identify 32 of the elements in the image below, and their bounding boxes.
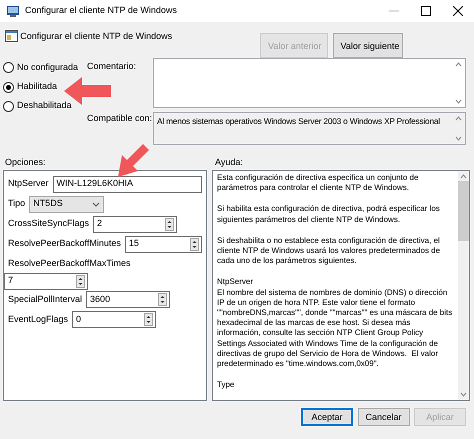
number-field[interactable]: 15: [124, 236, 202, 252]
compatible-label: Compatible con:: [87, 113, 152, 123]
help-label: Ayuda:: [215, 156, 243, 169]
field-label: ResolvePeerBackoffMinutes: [8, 237, 121, 250]
field-label: Tipo: [8, 197, 26, 210]
help-paragraph: NtpServer El nombre del sistema de nombres de dominio (DNS) o dirección IP de un origen de hora NTP. Este valor tiene el formato ""nombreDNS,marcas"", donde ""marcas"" es una máscara de bits hexadecimal de las marcas de ese host. Si desea más información, consulte las sección NTP Client Group Policy Settings Associated with Windows Time de la configuración de directivas de grupo del Servicio de Hora de Windows. El valor predeterminado es "time.windows.com,0x09".: [217, 277, 454, 370]
dialog-button[interactable]: Cancelar: [358, 408, 410, 426]
field-label: NtpServer: [8, 177, 49, 190]
text-field[interactable]: WIN-L129L6K0HIA: [52, 176, 202, 192]
field-label: ResolvePeerBackoffMaxTimes: [8, 257, 131, 270]
options-label: Opciones:: [5, 156, 47, 169]
help-paragraph: Type: [217, 380, 236, 390]
state-radio[interactable]: No configurada: [3, 58, 78, 77]
dialog-button[interactable]: Aceptar: [301, 408, 353, 426]
number-field[interactable]: 3600: [86, 291, 170, 308]
field-label: SpecialPollInterval: [8, 292, 82, 306]
number-field[interactable]: 7: [4, 272, 88, 290]
state-radio[interactable]: Deshabilitada: [3, 96, 72, 116]
help-paragraph: Si habilita esta configuración de directiva, podrá especificar los siguientes parámetros del cliente NTP de Windows.: [217, 204, 441, 225]
field-label: CrossSiteSyncFlags: [8, 217, 90, 230]
number-field[interactable]: 0: [72, 311, 156, 328]
help-paragraph: Esta configuración de directiva especifica un conjunto de parámetros para controlar el cliente NTP de Windows.: [217, 173, 420, 194]
compatible-text: Al menos sistemas operativos Windows Server 2003 o Windows XP Professional: [156, 115, 441, 128]
field-label: EventLogFlags: [8, 312, 68, 326]
window-title: Configurar el cliente NTP de Windows: [25, 4, 177, 18]
comment-label: Comentario:: [87, 61, 136, 71]
state-radio[interactable]: Habilitada: [3, 78, 58, 96]
number-field[interactable]: 2: [93, 216, 178, 232]
help-paragraph: Si deshabilita o no establece esta configuración de directiva, el cliente NTP de Windows usará los valores predeterminados de cada uno de los parámetros siguientes.: [217, 236, 442, 266]
policy-title: Configurar el cliente NTP de Windows: [20, 30, 172, 43]
type-dropdown[interactable]: NT5DS: [29, 196, 104, 212]
next-setting-button[interactable]: Valor siguiente: [332, 33, 402, 58]
